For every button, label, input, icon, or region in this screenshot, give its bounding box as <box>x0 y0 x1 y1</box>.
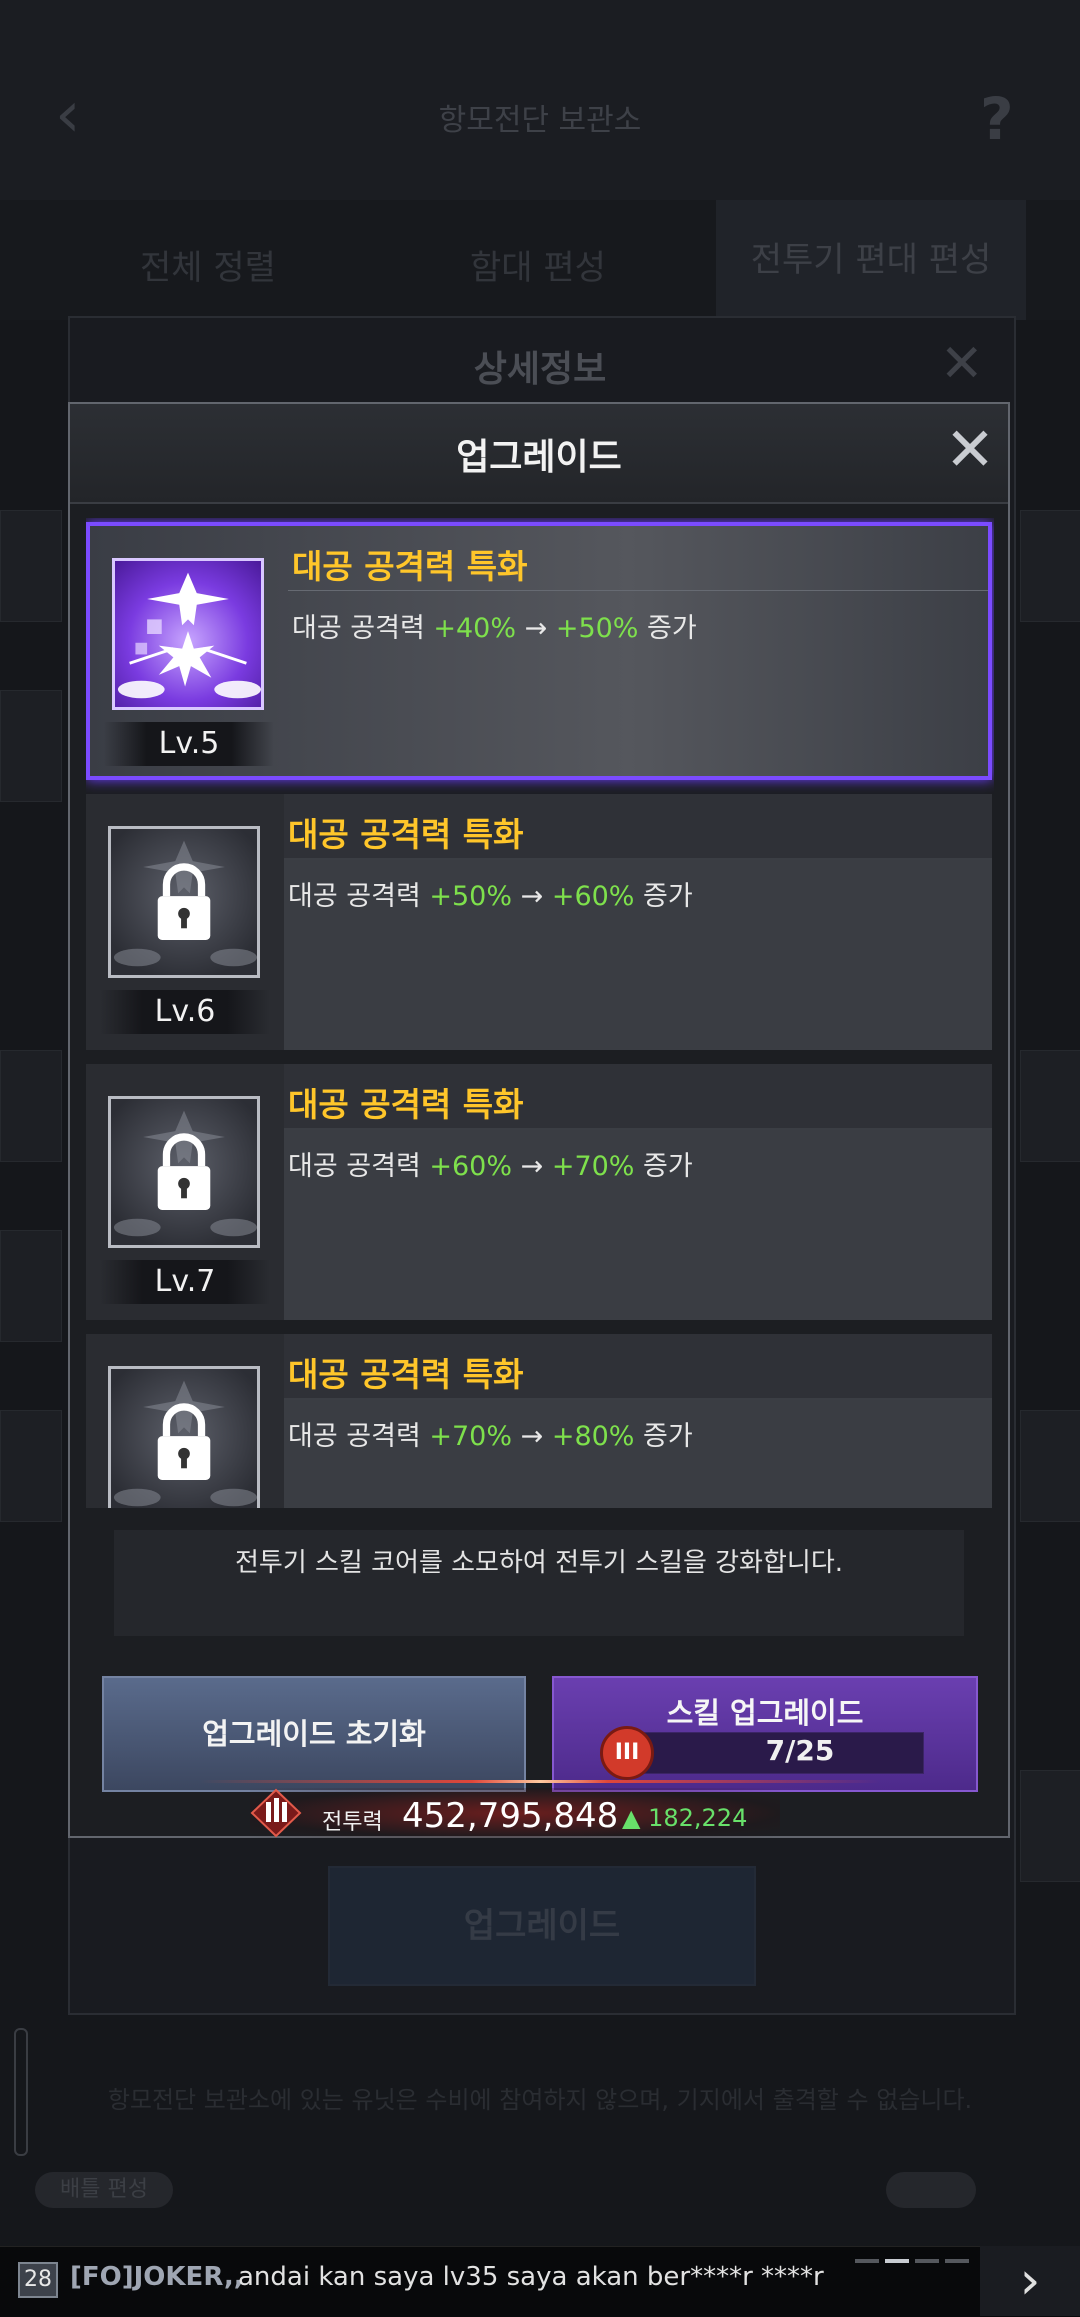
arrow: → <box>520 1421 544 1452</box>
side-card <box>1020 510 1080 622</box>
chat-message: andai kan saya lv35 saya akan ber****r *… <box>238 2262 824 2292</box>
power-value: 452,795,848 <box>402 1796 619 1836</box>
background-footnote: 항모전단 보관소에 있는 유닛은 수비에 참여하지 않으며, 기지에서 출격할 … <box>107 2086 973 2114</box>
background-pill <box>886 2172 976 2208</box>
lock-icon <box>108 1366 260 1508</box>
level-tag: Lv.7 <box>100 1260 270 1304</box>
skill-card[interactable]: Lv.7 대공 공격력 특화 대공 공격력 +60% → +70% 증가 <box>86 1064 992 1320</box>
close-icon[interactable]: ✕ <box>940 420 1000 480</box>
value-from: +60% <box>429 1151 513 1182</box>
desc-suffix: 증가 <box>634 1421 693 1452</box>
desc-prefix: 대공 공격력 <box>288 1421 430 1452</box>
side-card <box>1020 1770 1080 1882</box>
skill-name: 대공 공격력 특화 <box>288 815 524 854</box>
desc-suffix: 증가 <box>634 1151 693 1182</box>
desc-suffix: 증가 <box>634 881 693 912</box>
skill-list[interactable]: Lv.5 대공 공격력 특화 대공 공격력 +40% → +50% 증가 Lv.… <box>86 518 994 1508</box>
side-card <box>1020 1050 1080 1162</box>
skill-core-icon: III <box>600 1726 654 1780</box>
skill-description: 대공 공격력 +40% → +50% 증가 <box>292 606 697 645</box>
background-title: 항모전단 보관소 <box>438 103 642 138</box>
tab-fighter-squad: 전투기 편대 편성 <box>716 200 1026 320</box>
level-tag: Lv.5 <box>104 722 274 766</box>
lock-icon <box>108 1096 260 1248</box>
battle-formation-pill: 배틀 편성 <box>35 2172 173 2208</box>
detail-close-icon: ✕ <box>940 334 984 394</box>
combat-power-icon <box>250 1788 302 1838</box>
power-divider <box>200 1780 880 1783</box>
reset-upgrade-button[interactable]: 업그레이드 초기화 <box>102 1676 526 1792</box>
desc-prefix: 대공 공격력 <box>292 613 434 644</box>
page-dot <box>915 2259 939 2263</box>
value-to: +50% <box>555 613 639 644</box>
value-to: +80% <box>551 1421 635 1452</box>
lock-icon <box>108 826 260 978</box>
tab-all: 전체 정렬 <box>140 248 276 288</box>
arrow: → <box>524 613 548 644</box>
side-card <box>0 1410 62 1522</box>
anti-air-skill-icon <box>112 558 264 710</box>
desc-prefix: 대공 공격력 <box>288 881 430 912</box>
power-label: 전투력 <box>322 1810 383 1835</box>
skill-description: 대공 공격력 +70% → +80% 증가 <box>288 1414 693 1453</box>
side-card <box>0 690 62 802</box>
value-to: +70% <box>551 1151 635 1182</box>
detail-panel-title: 상세정보 <box>473 349 607 390</box>
chat-sender: [FO]JOKER,, <box>70 2262 244 2292</box>
info-text: 전투기 스킬 코어를 소모하여 전투기 스킬을 강화합니다. <box>234 1548 843 1578</box>
scroll-handle <box>14 2028 28 2156</box>
skill-name: 대공 공격력 특화 <box>292 547 528 586</box>
arrow: → <box>520 881 544 912</box>
chevron-right-icon[interactable]: › <box>980 2246 1080 2316</box>
modal-title: 업그레이드 <box>456 437 622 478</box>
side-card <box>0 1230 62 1342</box>
cost-count: 7/25 <box>765 1734 835 1767</box>
skill-upgrade-label: 스킬 업그레이드 <box>666 1696 864 1730</box>
chat-page-indicator <box>855 2248 985 2263</box>
level-tag: Lv.6 <box>100 990 270 1034</box>
help-icon: ? <box>980 85 1014 153</box>
side-card <box>1020 1410 1080 1522</box>
skill-description: 대공 공격력 +50% → +60% 증가 <box>288 874 693 913</box>
value-from: +40% <box>433 613 517 644</box>
side-card <box>0 1050 62 1162</box>
background-upgrade-button: 업그레이드 <box>328 1866 756 1986</box>
page-dot <box>945 2259 969 2263</box>
value-from: +50% <box>429 881 513 912</box>
skill-name: 대공 공격력 특화 <box>288 1085 524 1124</box>
value-to: +60% <box>551 881 635 912</box>
page-dot <box>855 2259 879 2263</box>
power-delta: ▲ 182,224 <box>622 1804 748 1832</box>
skill-name: 대공 공격력 특화 <box>288 1355 524 1394</box>
page-dot <box>885 2259 909 2263</box>
value-from: +70% <box>429 1421 513 1452</box>
desc-suffix: 증가 <box>638 613 697 644</box>
tab-fleet: 함대 편성 <box>470 248 606 288</box>
back-arrow-icon: ‹ <box>55 78 81 152</box>
skill-description: 대공 공격력 +60% → +70% 증가 <box>288 1144 693 1183</box>
side-card <box>0 510 62 622</box>
skill-card[interactable]: Lv.5 대공 공격력 특화 대공 공격력 +40% → +50% 증가 <box>86 522 992 780</box>
chat-channel-badge: 28 <box>18 2262 58 2298</box>
arrow: → <box>520 1151 544 1182</box>
desc-prefix: 대공 공격력 <box>288 1151 430 1182</box>
skill-card[interactable]: 대공 공격력 특화 대공 공격력 +70% → +80% 증가 <box>86 1334 992 1508</box>
skill-card[interactable]: Lv.6 대공 공격력 특화 대공 공격력 +50% → +60% 증가 <box>86 794 992 1050</box>
